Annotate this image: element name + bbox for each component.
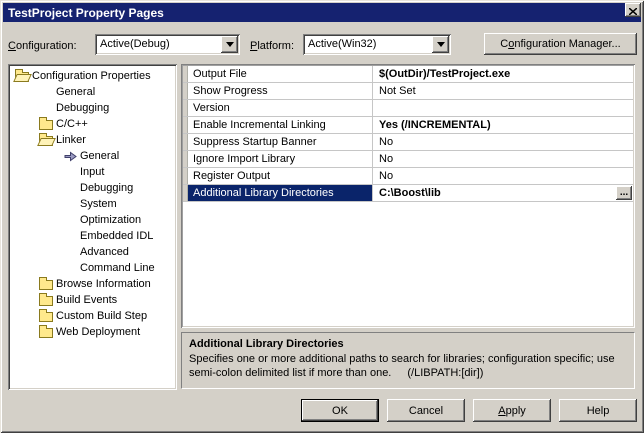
tree-item-web-deployment[interactable]: Web Deployment: [11, 324, 174, 340]
category-tree: Configuration Properties General Debuggi…: [8, 64, 177, 390]
tree-item-command-line[interactable]: Command Line: [11, 260, 174, 276]
description-panel: Additional Library Directories Specifies…: [181, 332, 635, 389]
window-title: TestProject Property Pages: [8, 6, 164, 20]
configuration-select-value: Active(Debug): [95, 37, 219, 52]
cancel-button[interactable]: Cancel: [387, 399, 465, 422]
folder-open-icon: [15, 72, 29, 82]
tree-item-input[interactable]: Input: [11, 164, 174, 180]
tree-item-custom-build-step[interactable]: Custom Build Step: [11, 308, 174, 324]
tree-item-embedded-idl[interactable]: Embedded IDL: [11, 228, 174, 244]
tree-item-configuration-properties[interactable]: Configuration Properties: [11, 68, 174, 84]
close-button[interactable]: [625, 3, 641, 17]
property-value[interactable]: No: [373, 151, 633, 167]
dialog-buttons: OK Cancel Apply Help: [301, 399, 637, 422]
tree-item-browse-information[interactable]: Browse Information: [11, 276, 174, 292]
property-row-output-file[interactable]: Output File$(OutDir)/TestProject.exe: [183, 66, 633, 83]
tree-item-optimization[interactable]: Optimization: [11, 212, 174, 228]
configuration-select[interactable]: Active(Debug): [95, 34, 240, 55]
configuration-label: Configuration:: [8, 39, 77, 53]
folder-icon: [39, 120, 53, 130]
ok-button[interactable]: OK: [301, 399, 379, 422]
description-title: Additional Library Directories: [189, 337, 627, 351]
tree-item-linker[interactable]: Linker: [11, 132, 174, 148]
property-row-show-progress[interactable]: Show ProgressNot Set: [183, 83, 633, 100]
chevron-down-icon[interactable]: [432, 36, 449, 53]
apply-button[interactable]: Apply: [473, 399, 551, 422]
property-value[interactable]: No: [373, 134, 633, 150]
tree-item-linker-debugging[interactable]: Debugging: [11, 180, 174, 196]
platform-label: Platform:: [250, 39, 294, 53]
property-row-incremental-linking[interactable]: Enable Incremental LinkingYes (/INCREMEN…: [183, 117, 633, 134]
property-value[interactable]: $(OutDir)/TestProject.exe: [373, 66, 633, 82]
title-bar: TestProject Property Pages: [3, 3, 641, 22]
tree-item-c-cpp[interactable]: C/C++: [11, 116, 174, 132]
property-row-register-output[interactable]: Register OutputNo: [183, 168, 633, 185]
property-value[interactable]: Yes (/INCREMENTAL): [373, 117, 633, 133]
property-pages-dialog: TestProject Property Pages Configuration…: [0, 0, 644, 433]
compiler-flag: (/LIBPATH:[dir]): [407, 367, 483, 379]
help-button[interactable]: Help: [559, 399, 637, 422]
platform-select[interactable]: Active(Win32): [303, 34, 451, 55]
platform-select-value: Active(Win32): [303, 37, 430, 52]
folder-open-icon: [39, 136, 53, 146]
property-value[interactable]: No: [373, 168, 633, 184]
folder-icon: [39, 280, 53, 290]
property-grid: Output File$(OutDir)/TestProject.exe Sho…: [181, 64, 635, 328]
tree-item-system[interactable]: System: [11, 196, 174, 212]
property-row-suppress-banner[interactable]: Suppress Startup BannerNo: [183, 134, 633, 151]
folder-icon: [39, 328, 53, 338]
chevron-down-icon[interactable]: [221, 36, 238, 53]
current-page-arrow-icon: [63, 150, 77, 162]
folder-icon: [39, 312, 53, 322]
tree-item-advanced[interactable]: Advanced: [11, 244, 174, 260]
property-row-ignore-import-library[interactable]: Ignore Import LibraryNo: [183, 151, 633, 168]
property-value[interactable]: C:\Boost\lib...: [373, 185, 633, 201]
description-text: Specifies one or more additional paths t…: [189, 352, 627, 380]
tree-item-linker-general-selected[interactable]: General: [11, 148, 174, 164]
tree-item-build-events[interactable]: Build Events: [11, 292, 174, 308]
property-value[interactable]: Not Set: [373, 83, 633, 99]
tree-item-debugging[interactable]: Debugging: [11, 100, 174, 116]
browse-ellipsis-button[interactable]: ...: [616, 186, 632, 200]
folder-icon: [39, 296, 53, 306]
property-value[interactable]: [373, 100, 633, 116]
property-row-additional-library-directories[interactable]: Additional Library DirectoriesC:\Boost\l…: [183, 185, 633, 202]
configuration-manager-button[interactable]: Configuration Manager...: [484, 33, 637, 55]
close-icon: [629, 3, 637, 18]
tree-item-general[interactable]: General: [11, 84, 174, 100]
property-row-version[interactable]: Version: [183, 100, 633, 117]
